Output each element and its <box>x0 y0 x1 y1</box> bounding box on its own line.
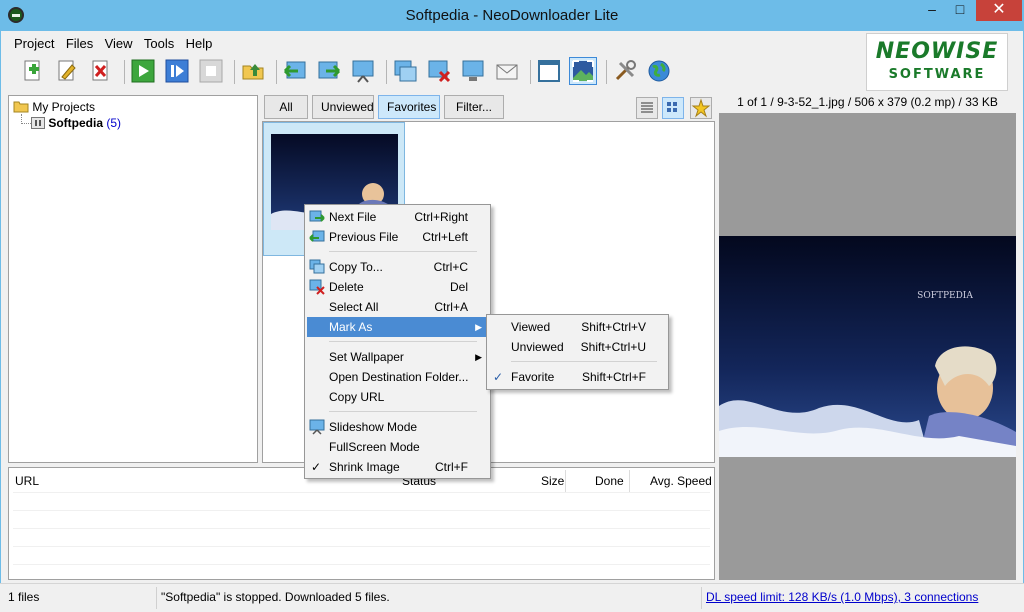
menu-tools[interactable]: Tools <box>140 34 178 53</box>
mark-as-submenu: Viewed Shift+Ctrl+V Unviewed Shift+Ctrl+U … <box>486 314 669 390</box>
tree-root-label: My Projects <box>32 100 96 114</box>
menu-item-copy-to[interactable]: Copy To... Ctrl+C <box>307 257 488 277</box>
checkmark-icon: ✓ <box>493 370 504 384</box>
list-view-icon[interactable] <box>636 97 658 119</box>
edit-project-icon[interactable] <box>54 58 80 84</box>
preview-image[interactable]: SOFTPEDIA <box>719 236 1016 457</box>
submenu-item-viewed[interactable]: Viewed Shift+Ctrl+V <box>489 317 666 337</box>
menu-item-delete[interactable]: Delete Del <box>307 277 488 297</box>
tree-root[interactable]: My Projects <box>13 99 95 114</box>
next-file-icon <box>309 210 325 222</box>
minimize-button[interactable]: – <box>918 0 946 21</box>
status-bar: 1 files "Softpedia" is stopped. Download… <box>0 583 1024 612</box>
checkmark-icon: ✓ <box>311 460 322 474</box>
preview-info: 1 of 1 / 9-3-52_1.jpg / 506 x 379 (0.2 m… <box>737 95 998 109</box>
menu-help[interactable]: Help <box>182 34 217 53</box>
menu-view[interactable]: View <box>101 34 137 53</box>
preview-watermark-text: SOFTPEDIA <box>917 291 973 301</box>
filter-bar: All Unviewed Favorites Filter... <box>262 95 715 121</box>
slideshow-icon <box>309 419 325 435</box>
filter-all-button[interactable]: All <box>264 95 308 119</box>
thumbnail-view-icon[interactable] <box>662 97 684 119</box>
menu-item-mark-as[interactable]: Mark As ▶ <box>307 317 488 337</box>
previous-file-icon[interactable] <box>282 58 308 84</box>
copy-to-icon <box>309 259 325 274</box>
stop-icon[interactable] <box>198 58 224 84</box>
slideshow-icon[interactable] <box>350 58 376 84</box>
col-speed[interactable]: Avg. Speed <box>650 474 712 488</box>
neowise-logo: NEOWISE SOFTWARE <box>866 33 1008 91</box>
web-update-icon[interactable] <box>646 58 672 84</box>
menu-item-set-wallpaper[interactable]: Set Wallpaper ▶ <box>307 347 488 367</box>
copy-to-icon[interactable] <box>392 58 418 84</box>
resume-icon[interactable] <box>164 58 190 84</box>
title-bar: Softpedia - NeoDownloader Lite – □ ✕ <box>0 0 1024 31</box>
menu-files[interactable]: Files <box>62 34 97 53</box>
delete-icon <box>309 279 325 295</box>
tree-item-label: Softpedia <box>48 116 104 130</box>
status-files: 1 files <box>8 590 40 604</box>
shrink-image-icon[interactable] <box>569 57 597 85</box>
submenu-item-unviewed[interactable]: Unviewed Shift+Ctrl+U <box>489 337 666 357</box>
menu-project[interactable]: Project <box>10 34 58 53</box>
filter-favorites-button[interactable]: Favorites <box>378 95 440 119</box>
previous-file-icon <box>309 230 325 242</box>
set-wallpaper-icon[interactable] <box>460 58 486 84</box>
window-title: Softpedia - NeoDownloader Lite <box>405 7 619 24</box>
delete-project-icon[interactable] <box>88 58 114 84</box>
menu-item-previous-file[interactable]: Previous File Ctrl+Left <box>307 227 488 247</box>
download-list[interactable]: URL Status Size Done Avg. Speed <box>8 467 715 580</box>
project-tree[interactable]: My Projects Softpedia (5) <box>8 95 258 463</box>
fullscreen-icon[interactable] <box>536 58 562 84</box>
menu-bar: Project Files View Tools Help <box>10 34 216 54</box>
next-file-icon[interactable] <box>316 58 342 84</box>
menu-item-fullscreen[interactable]: FullScreen Mode <box>307 437 488 457</box>
col-size[interactable]: Size <box>541 474 564 488</box>
tree-item-count: (5) <box>106 116 122 130</box>
menu-item-copy-url[interactable]: Copy URL <box>307 387 488 407</box>
menu-item-select-all[interactable]: Select All Ctrl+A <box>307 297 488 317</box>
maximize-button[interactable]: □ <box>946 0 974 21</box>
menu-item-open-destination[interactable]: Open Destination Folder... <box>307 367 488 387</box>
menu-item-shrink-image[interactable]: ✓ Shrink Image Ctrl+F <box>307 457 488 477</box>
folder-icon <box>13 101 29 113</box>
new-project-icon[interactable] <box>20 58 46 84</box>
tools-icon[interactable] <box>612 58 638 84</box>
tree-item-softpedia[interactable]: Softpedia (5) <box>31 116 121 130</box>
paused-project-icon <box>31 117 45 129</box>
delete-file-icon[interactable] <box>426 58 452 84</box>
status-speed-link[interactable]: DL speed limit: 128 KB/s (1.0 Mbps), 3 c… <box>701 587 1001 609</box>
context-menu: Next File Ctrl+Right Previous File Ctrl+Le… <box>304 204 491 479</box>
open-folder-icon[interactable] <box>240 58 266 84</box>
col-done[interactable]: Done <box>595 474 624 488</box>
filter-button[interactable]: Filter... <box>444 95 504 119</box>
menu-item-next-file[interactable]: Next File Ctrl+Right <box>307 207 488 227</box>
col-url[interactable]: URL <box>15 474 39 488</box>
email-icon[interactable] <box>494 58 520 84</box>
submenu-arrow-icon: ▶ <box>475 322 482 332</box>
start-icon[interactable] <box>130 58 156 84</box>
menu-item-slideshow[interactable]: Slideshow Mode <box>307 417 488 437</box>
submenu-arrow-icon: ▶ <box>475 352 482 362</box>
status-message: "Softpedia" is stopped. Downloaded 5 fil… <box>156 587 701 609</box>
filter-unviewed-button[interactable]: Unviewed <box>312 95 374 119</box>
submenu-item-favorite[interactable]: ✓ Favorite Shift+Ctrl+F <box>489 367 666 387</box>
favorite-star-icon[interactable] <box>690 97 712 119</box>
close-button[interactable]: ✕ <box>976 0 1022 21</box>
